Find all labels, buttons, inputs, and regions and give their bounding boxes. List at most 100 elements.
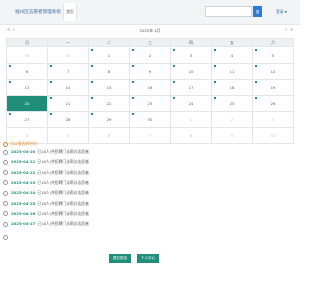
available-date-option[interactable]: 2025-04-25 已18人/共招聘门诊帮诊志愿者 — [3, 201, 293, 209]
event-marker — [91, 49, 93, 51]
available-date-option[interactable]: 2025-04-20 已18人/共招聘门诊帮诊志愿者 — [3, 149, 293, 157]
day-number: 1 — [107, 53, 111, 58]
calendar-day[interactable]: 5 — [48, 128, 89, 143]
calendar-day[interactable]: 16 — [130, 80, 171, 95]
calendar-day[interactable]: 30 — [130, 112, 171, 127]
calendar-day[interactable]: 30 — [6, 48, 48, 63]
calendar-day[interactable]: 11 — [212, 64, 253, 79]
calendar-day[interactable]: 4 — [212, 48, 253, 63]
radio-button[interactable] — [3, 190, 8, 196]
event-marker — [214, 81, 216, 83]
event-marker — [9, 81, 11, 83]
calendar-day[interactable]: 1 — [171, 112, 212, 127]
next-month-button[interactable]: › — [285, 27, 287, 33]
calendar-week-row: 4 5 6 7 8 9 10 — [6, 128, 294, 144]
calendar-day[interactable]: 6 — [6, 64, 48, 79]
weekday-label: 四 — [171, 39, 212, 46]
calendar-day[interactable]: 25 — [212, 96, 253, 111]
calendar-day[interactable]: 8 — [171, 128, 212, 143]
calendar-day[interactable]: 13 — [6, 80, 48, 95]
day-number: 26 — [270, 101, 276, 106]
calendar-day[interactable]: 17 — [171, 80, 212, 95]
event-date: 2025-04-23 — [11, 179, 36, 185]
calendar-day[interactable]: 9 — [130, 64, 171, 79]
next-year-button[interactable]: » — [290, 27, 293, 33]
available-date-option[interactable]: 2025-04-23 已18人/共招聘门诊帮诊志愿者 — [3, 180, 293, 188]
calendar-day[interactable]: 3 — [253, 112, 294, 127]
event-date: 2025-04-25 — [11, 200, 36, 206]
login-link[interactable]: 登录▼ — [276, 9, 287, 15]
search-input[interactable] — [205, 6, 252, 17]
available-date-option[interactable]: 2025-04-27 已18人/共招聘门诊帮诊志愿者 — [3, 221, 293, 229]
calendar-day[interactable]: 28 — [48, 112, 89, 127]
calendar-day[interactable]: 1 — [89, 48, 130, 63]
radio-button[interactable] — [3, 180, 8, 186]
day-number: 6 — [25, 69, 29, 74]
calendar-day[interactable]: 8 — [89, 64, 130, 79]
calendar-day[interactable]: 22 — [89, 96, 130, 111]
radio-button[interactable] — [3, 221, 8, 227]
available-date-option[interactable]: 2025-04-24 已18人/共招聘门诊帮诊志愿者 — [3, 190, 293, 198]
calendar-day[interactable]: 21 — [48, 96, 89, 111]
available-date-option[interactable]: 2025-04-26 已18人/共招聘门诊帮诊志愿者 — [3, 211, 293, 219]
event-date: 2025-04-21 — [11, 159, 36, 165]
calendar-day[interactable]: 19 — [253, 80, 294, 95]
event-marker — [50, 97, 52, 99]
event-marker — [255, 81, 257, 83]
available-date-option[interactable]: 2025-04-22 已18人/共招聘门诊帮诊志愿者 — [3, 170, 293, 178]
calendar-day[interactable]: 15 — [89, 80, 130, 95]
event-date: 2025-04-20 — [11, 149, 36, 154]
event-marker — [255, 65, 257, 67]
calendar-day[interactable]: 9 — [212, 128, 253, 143]
calendar-day[interactable]: 2 — [130, 48, 171, 63]
day-number: 18 — [229, 85, 235, 90]
site-title[interactable]: 福州区志愿者管理系统 — [15, 9, 61, 15]
chevron-down-icon: ▼ — [284, 10, 287, 14]
calendar-day[interactable]: 2 — [212, 112, 253, 127]
calendar-week-row: 30 31 1 2 3 4 5 — [6, 48, 294, 64]
day-number: 28 — [65, 117, 71, 122]
personal-center-button[interactable]: 个人中心 — [137, 254, 159, 263]
event-marker — [214, 97, 216, 99]
radio-button[interactable] — [3, 211, 8, 217]
day-number: 8 — [107, 69, 111, 74]
tab-home[interactable]: 首页 — [63, 3, 77, 21]
day-number: 17 — [188, 85, 194, 90]
calendar-day[interactable]: 7 — [130, 128, 171, 143]
calendar-day[interactable]: 31 — [48, 48, 89, 63]
day-number: 3 — [189, 53, 193, 58]
calendar-month-title: 2025年 4月 — [139, 28, 161, 33]
calendar-day[interactable]: 29 — [89, 112, 130, 127]
calendar-day[interactable]: 3 — [171, 48, 212, 63]
calendar-day[interactable]: 23 — [130, 96, 171, 111]
calendar-day[interactable]: 26 — [253, 96, 294, 111]
day-number: 21 — [65, 101, 71, 106]
calendar-day[interactable]: 24 — [171, 96, 212, 111]
event-marker — [173, 97, 175, 99]
radio-button[interactable] — [3, 201, 8, 206]
calendar-day[interactable]: 7 — [48, 64, 89, 79]
radio-button[interactable] — [3, 159, 8, 165]
calendar-day[interactable]: 10 — [253, 128, 294, 143]
search-button[interactable]: 搜 — [253, 6, 262, 17]
calendar-day[interactable]: 5 — [253, 48, 294, 63]
calendar-day[interactable]: 18 — [212, 80, 253, 95]
radio-button[interactable] — [3, 170, 8, 176]
login-label: 登录 — [276, 9, 284, 14]
event-marker — [214, 49, 216, 51]
calendar-day[interactable]: 27 — [6, 112, 48, 127]
calendar-day[interactable]: 14 — [48, 80, 89, 95]
day-number: 14 — [65, 85, 71, 90]
event-marker — [132, 113, 134, 115]
calendar-day[interactable]: 12 — [253, 64, 294, 79]
event-marker — [50, 65, 52, 67]
radio-button[interactable] — [3, 149, 8, 155]
available-date-option[interactable]: 2025-04-21 已18人/共招聘门诊帮诊志愿者 — [3, 159, 293, 167]
calendar-day-selected[interactable]: 20 — [6, 96, 48, 111]
submit-registration-button[interactable]: 提交报名 — [109, 254, 131, 263]
day-number: 23 — [147, 101, 153, 106]
calendar-day[interactable]: 6 — [89, 128, 130, 143]
empty-radio-option[interactable] — [3, 235, 8, 240]
calendar-day[interactable]: 10 — [171, 64, 212, 79]
event-marker — [173, 49, 175, 51]
